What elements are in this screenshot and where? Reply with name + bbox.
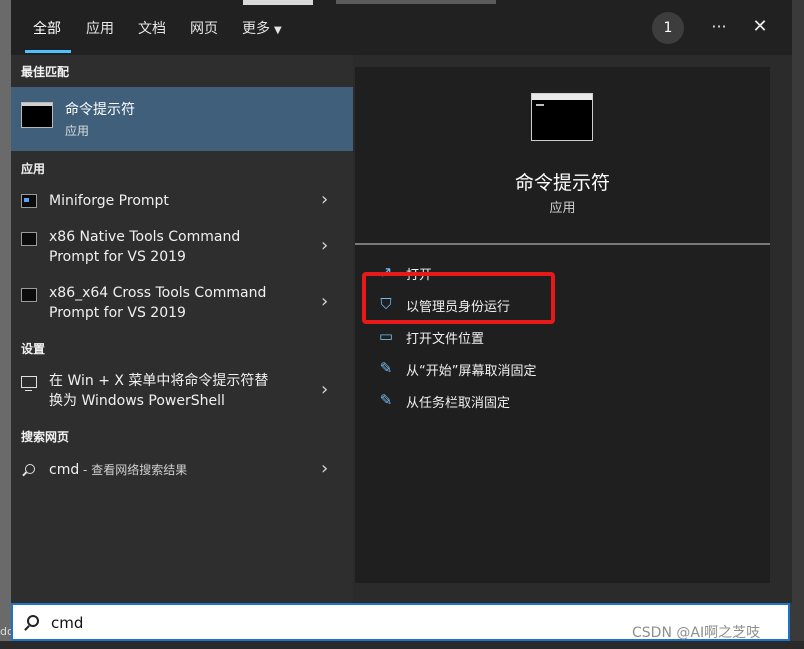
- search-icon: [25, 464, 35, 474]
- background-window-fragment: [243, 0, 313, 5]
- cmd-app-icon: [21, 102, 53, 128]
- background-window-fragment: [336, 0, 496, 4]
- taskbar-edge: [0, 641, 804, 649]
- filter-tabs-bar: 全部 应用 文档 网页 更多 ▼ 1 ··· ✕: [11, 0, 792, 55]
- chevron-right-icon: ›: [321, 291, 329, 312]
- list-item-x86-x64-cross[interactable]: x86_x64 Cross Tools Command Prompt for V…: [11, 283, 353, 327]
- best-match-item[interactable]: 命令提示符 应用: [11, 87, 353, 151]
- close-icon[interactable]: ✕: [748, 12, 772, 42]
- chevron-right-icon: ›: [321, 379, 329, 400]
- web-suffix: - 查看网络搜索结果: [79, 463, 188, 477]
- chevron-right-icon: ›: [321, 458, 329, 479]
- terminal-icon: [21, 232, 37, 246]
- folder-icon: ▭: [378, 327, 394, 345]
- list-item-label: x86 Native Tools Command: [49, 229, 241, 245]
- action-unpin-taskbar[interactable]: ✎ 从任务栏取消固定: [377, 389, 757, 413]
- section-title-web: 搜索网页: [21, 430, 70, 444]
- list-item-label: x86_x64 Cross Tools Command: [49, 285, 267, 301]
- active-tab-indicator: [25, 50, 71, 53]
- preview-app-name: 命令提示符: [514, 172, 610, 194]
- action-label: 从任务栏取消固定: [406, 396, 511, 411]
- section-title-settings: 设置: [21, 342, 46, 356]
- list-item-label-line2: 换为 Windows PowerShell: [49, 393, 225, 409]
- chevron-down-icon: ▼: [274, 25, 282, 36]
- results-list: 最佳匹配 命令提示符 应用 应用 Miniforge Prompt › x86 …: [11, 55, 353, 603]
- tab-more-label: 更多: [242, 21, 270, 37]
- cmd-app-icon-large: [531, 93, 593, 141]
- annotation-highlight-box: [362, 272, 555, 324]
- monitor-icon: [21, 376, 37, 391]
- list-item-web-search[interactable]: cmd - 查看网络搜索结果 ›: [11, 458, 353, 488]
- watermark: CSDN @AI啊之芝吱: [632, 625, 761, 641]
- terminal-icon: [21, 194, 37, 208]
- list-item-label: cmd - 查看网络搜索结果: [49, 460, 187, 480]
- list-item-label-line2: Prompt for VS 2019: [49, 305, 186, 321]
- list-item-label-line2: Prompt for VS 2019: [49, 249, 186, 265]
- list-item-x86-native[interactable]: x86 Native Tools Command Prompt for VS 2…: [11, 227, 353, 271]
- preview-pane: 命令提示符 应用 ↗ 打开 ⛉ 以管理员身份运行 ▭ 打开文件位置 ✎ 从“开始…: [355, 67, 770, 583]
- action-label: 打开文件位置: [406, 332, 485, 347]
- section-title-apps: 应用: [21, 162, 46, 176]
- section-title-best-match: 最佳匹配: [21, 65, 70, 79]
- unpin-icon: ✎: [379, 391, 393, 409]
- list-item-label: 在 Win + X 菜单中将命令提示符替: [49, 373, 269, 389]
- chevron-right-icon: ›: [321, 189, 329, 210]
- tab-all[interactable]: 全部: [33, 18, 61, 38]
- rewards-badge[interactable]: 1: [652, 12, 684, 44]
- unpin-icon: ✎: [379, 359, 393, 377]
- best-match-name: 命令提示符: [65, 102, 135, 118]
- preview-app-type: 应用: [549, 201, 576, 216]
- search-icon: [27, 615, 39, 627]
- tab-more[interactable]: 更多 ▼: [242, 18, 282, 38]
- list-item-winx-setting[interactable]: 在 Win + X 菜单中将命令提示符替 换为 Windows PowerShe…: [11, 371, 353, 415]
- tab-web[interactable]: 网页: [190, 18, 218, 38]
- action-unpin-start[interactable]: ✎ 从“开始”屏幕取消固定: [377, 357, 757, 381]
- web-query: cmd: [49, 462, 80, 478]
- action-label: 从“开始”屏幕取消固定: [406, 364, 537, 379]
- tab-apps[interactable]: 应用: [86, 18, 114, 38]
- divider: [355, 243, 770, 245]
- terminal-icon: [21, 288, 37, 302]
- chevron-right-icon: ›: [321, 235, 329, 256]
- best-match-type: 应用: [65, 124, 90, 138]
- action-open-file-location[interactable]: ▭ 打开文件位置: [377, 325, 757, 349]
- ellipsis-icon[interactable]: ···: [707, 12, 731, 42]
- list-item-label: Miniforge Prompt: [49, 193, 169, 209]
- background-edge: [0, 0, 11, 649]
- tab-documents[interactable]: 文档: [138, 18, 166, 38]
- list-item-miniforge[interactable]: Miniforge Prompt ›: [11, 189, 353, 219]
